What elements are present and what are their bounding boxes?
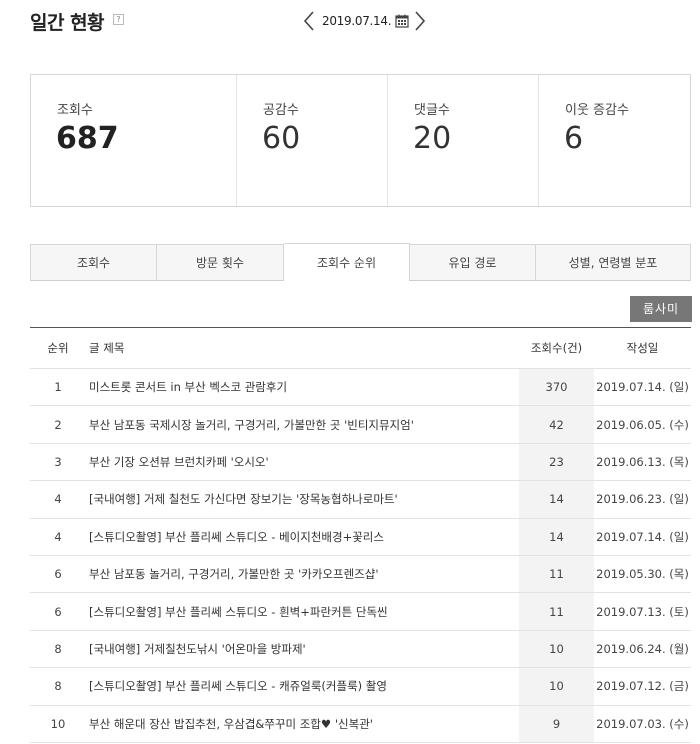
post-views: 14 [519,481,594,518]
post-views: 42 [519,406,594,443]
post-title-link[interactable]: 부산 해운대 장산 밥집추천, 우삼겹&쭈꾸미 조합♥ '신복관' [86,716,519,732]
table-row: 8 [스튜디오촬영] 부산 플리쎄 스튜디오 - 캐쥬얼룩(커플룩) 촬영 10 20… [30,668,691,706]
post-date: 2019.07.13. (토) [596,604,689,619]
prev-date-button[interactable] [302,8,316,34]
next-date-button[interactable] [413,8,427,34]
stat-comments: 댓글수 20 [388,75,539,206]
post-rank: 6 [54,604,62,619]
post-views: 14 [519,518,594,555]
post-views: 11 [519,555,594,593]
stat-label: 공감수 [263,103,299,118]
table-row: 1 미스트롯 콘서트 in 부산 벡스코 관람후기 370 2019.07.14. (… [30,369,691,407]
post-date: 2019.07.14. (일) [596,380,689,395]
post-rank: 1 [54,380,62,395]
stats-tabs: 조회수 방문 횟수 조회수 순위 유입 경로 성별, 연령별 분포 [30,243,691,281]
ranking-table: 순위 글 제목 조회수(건) 작성일 1 미스트롯 콘서트 in 부산 벡스코 관… [30,327,691,743]
stat-value: 60 [262,121,301,156]
stat-label: 댓글수 [414,103,450,118]
post-rank: 8 [54,679,62,694]
post-views: 370 [519,369,594,406]
post-date: 2019.06.05. (수) [596,417,689,432]
post-date: 2019.07.03. (수) [596,716,689,731]
post-rank: 4 [54,529,62,544]
table-header: 순위 글 제목 조회수(건) 작성일 [30,328,691,369]
table-row: 8 [국내여행] 거제칠천도낚시 '어온마을 방파제' 10 2019.06.24. … [30,630,691,669]
post-date: 2019.05.30. (목) [596,567,689,582]
stat-neighbor-change: 이웃 증감수 6 [539,75,690,206]
post-date: 2019.06.24. (월) [596,641,689,656]
post-title-link[interactable]: [스튜디오촬영] 부산 플리쎄 스튜디오 - 캐쥬얼룩(커플룩) 촬영 [86,678,519,694]
calendar-icon[interactable] [395,14,409,28]
stats-summary: 조회수 687 공감수 60 댓글수 20 이웃 증감수 6 [30,74,691,207]
stat-value: 20 [413,121,452,156]
chevron-right-icon [415,11,426,31]
post-title-link[interactable]: 부산 기장 오션뷰 브런치카페 '오시오' [86,454,519,470]
header-date: 작성일 [626,341,659,355]
post-rank: 3 [54,454,62,469]
stat-label: 조회수 [57,103,93,118]
date-navigator: 2019.07.14. [302,8,427,34]
post-date: 2019.06.23. (일) [596,492,689,507]
post-date: 2019.07.14. (일) [596,529,689,544]
chevron-left-icon [303,11,314,31]
page-title: 일간 현황 [30,12,105,34]
post-rank: 10 [50,716,66,731]
post-rank: 8 [54,641,62,656]
post-title-link[interactable]: [스튜디오촬영] 부산 플리쎄 스튜디오 - 베이지천배경+꽃리스 [86,529,519,545]
help-icon[interactable]: ? [113,14,124,25]
post-rank: 6 [54,567,62,582]
table-body: 1 미스트롯 콘서트 in 부산 벡스코 관람후기 370 2019.07.14. (… [30,369,691,743]
post-rank: 4 [54,492,62,507]
post-views: 11 [519,593,594,630]
post-views: 10 [519,630,594,668]
tab-referrers[interactable]: 유입 경로 [410,244,536,281]
stat-value: 6 [564,121,584,156]
header-views: 조회수(건) [530,341,583,355]
post-views: 23 [519,443,594,481]
post-date: 2019.07.12. (금) [596,679,689,694]
table-row: 10 부산 해운대 장산 밥집추천, 우삼겹&쭈꾸미 조합♥ '신복관' 9 2019… [30,705,691,743]
post-title-link[interactable]: 부산 남포동 국제시장 놀거리, 구경거리, 가볼만한 곳 '빈티지뮤지엄' [86,417,519,433]
table-row: 6 [스튜디오촬영] 부산 플리쎄 스튜디오 - 흰벽+파란커튼 단독씬 11 201… [30,593,691,631]
tab-visits[interactable]: 방문 횟수 [157,244,284,281]
stat-likes: 공감수 60 [237,75,388,206]
header-rank: 순위 [47,341,69,355]
tab-view-ranking[interactable]: 조회수 순위 [284,243,410,281]
stat-label: 이웃 증감수 [565,103,629,118]
post-date: 2019.06.13. (목) [596,454,689,469]
post-title-link[interactable]: [국내여행] 거제 칠천도 가신다면 장보기는 '장목농협하나로마트' [86,491,519,507]
post-title-link[interactable]: 미스트롯 콘서트 in 부산 벡스코 관람후기 [86,379,519,395]
table-row: 3 부산 기장 오션뷰 브런치카페 '오시오' 23 2019.06.13. (목) [30,443,691,482]
stat-value: 687 [56,121,119,156]
watermark-stamp: 룸사미 [630,296,692,322]
current-date: 2019.07.14. [322,14,392,28]
header-title: 글 제목 [89,341,125,355]
post-views: 10 [519,668,594,705]
tab-demographics[interactable]: 성별, 연령별 분포 [536,244,691,281]
table-row: 2 부산 남포동 국제시장 놀거리, 구경거리, 가볼만한 곳 '빈티지뮤지엄' 4… [30,406,691,444]
table-row: 6 부산 남포동 놀거리, 구경거리, 가볼만한 곳 '카카오프렌즈샵' 11 201… [30,555,691,594]
table-row: 4 [국내여행] 거제 칠천도 가신다면 장보기는 '장목농협하나로마트' 14 20… [30,481,691,519]
table-row: 4 [스튜디오촬영] 부산 플리쎄 스튜디오 - 베이지천배경+꽃리스 14 2019… [30,518,691,556]
post-views: 9 [519,705,594,742]
page-header: 일간 현황 ? 2019.07.14. [30,6,690,38]
post-title-link[interactable]: 부산 남포동 놀거리, 구경거리, 가볼만한 곳 '카카오프렌즈샵' [86,566,519,582]
post-title-link[interactable]: [국내여행] 거제칠천도낚시 '어온마을 방파제' [86,641,519,657]
stat-views: 조회수 687 [31,75,237,206]
tab-views[interactable]: 조회수 [30,244,157,281]
post-rank: 2 [54,417,62,432]
post-title-link[interactable]: [스튜디오촬영] 부산 플리쎄 스튜디오 - 흰벽+파란커튼 단독씬 [86,604,519,620]
